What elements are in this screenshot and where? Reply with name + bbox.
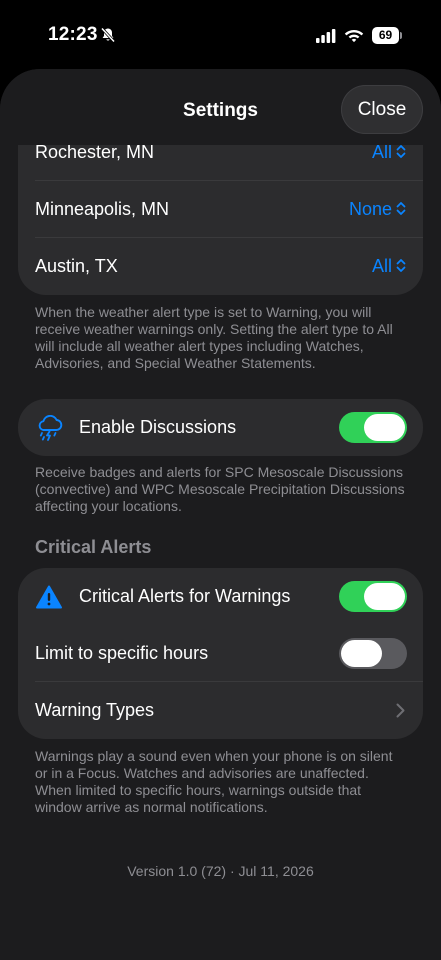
critical-alerts-footnote: Warnings play a sound even when your pho… <box>35 748 393 815</box>
limit-hours-label: Limit to specific hours <box>35 643 209 663</box>
alert-type-value: All <box>371 256 392 276</box>
nav-bar: Settings Close <box>0 69 441 145</box>
enable-discussions-label: Enable Discussions <box>79 417 237 437</box>
limit-hours-row: Limit to specific hours <box>18 625 423 682</box>
critical-alerts-header: Critical Alerts <box>35 537 152 557</box>
status-time: 12:23 <box>48 24 98 45</box>
chevron-up-down-icon <box>396 145 406 158</box>
critical-alerts-warnings-row: Critical Alerts for Warnings <box>18 568 423 625</box>
discussions-footnote: Receive badges and alerts for SPC Mesosc… <box>35 464 405 514</box>
warning-types-row[interactable]: Warning Types <box>18 682 423 739</box>
toggle-knob <box>341 640 382 667</box>
critical-alerts-group: Critical Alerts for Warnings Limit to sp… <box>18 568 423 739</box>
location-row[interactable]: Minneapolis, MN None <box>18 181 423 238</box>
chevron-up-down-icon <box>396 202 406 215</box>
close-button[interactable]: Close <box>341 85 423 134</box>
chevron-right-icon <box>396 703 405 718</box>
settings-sheet: Settings Close Rochester, MN All Minneap… <box>0 69 441 960</box>
alert-type-value: All <box>371 142 392 162</box>
warning-types-label: Warning Types <box>35 700 155 720</box>
version-label: Version 1.0 (72) · Jul 11, 2026 <box>127 863 314 879</box>
battery-icon: 69 <box>372 27 402 44</box>
locations-footnote: When the weather alert type is set to Wa… <box>35 304 393 371</box>
critical-alerts-warnings-label: Critical Alerts for Warnings <box>79 586 291 606</box>
alert-type-value: None <box>348 199 392 219</box>
location-name: Austin, TX <box>35 256 118 276</box>
alert-type-picker[interactable]: None <box>349 181 406 238</box>
discussions-group: Enable Discussions <box>18 399 423 456</box>
limit-hours-toggle[interactable] <box>339 638 407 669</box>
location-row[interactable]: Austin, TX All <box>18 238 423 295</box>
cloud-bolt-rain-icon <box>38 415 63 441</box>
critical-alerts-warnings-toggle[interactable] <box>339 581 407 612</box>
cellular-signal-icon <box>316 29 336 43</box>
battery-level: 69 <box>372 27 399 44</box>
enable-discussions-toggle[interactable] <box>339 412 407 443</box>
toggle-knob <box>364 414 405 441</box>
wifi-icon <box>344 30 364 43</box>
location-name: Minneapolis, MN <box>35 199 170 219</box>
toggle-knob <box>364 583 405 610</box>
bell-slash-icon <box>100 27 116 43</box>
warning-triangle-icon <box>36 585 62 609</box>
alert-type-picker[interactable]: All <box>372 238 406 295</box>
chevron-up-down-icon <box>396 259 406 272</box>
enable-discussions-row: Enable Discussions <box>18 399 423 456</box>
status-bar: 12:23 69 <box>0 0 441 70</box>
